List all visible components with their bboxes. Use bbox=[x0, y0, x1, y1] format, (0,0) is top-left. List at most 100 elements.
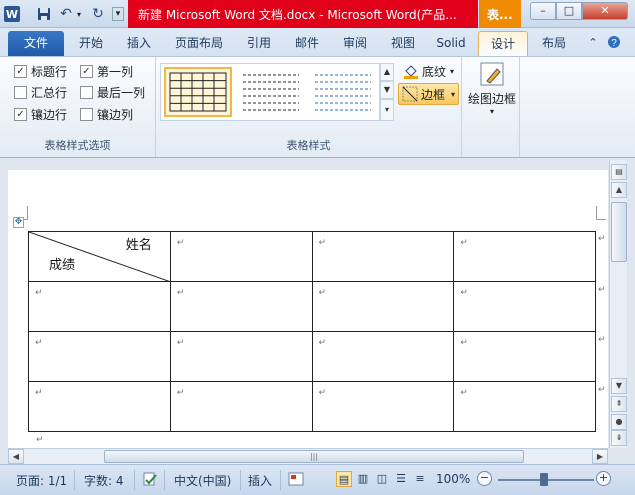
zoom-out-button[interactable]: − bbox=[477, 471, 492, 486]
checkbox-banded-columns[interactable]: 镶边列 bbox=[80, 106, 133, 123]
word-logo-icon[interactable]: W bbox=[4, 6, 20, 22]
tab-solid[interactable]: Solid bbox=[428, 31, 474, 56]
svg-text:?: ? bbox=[611, 38, 617, 49]
tab-insert[interactable]: 插入 bbox=[118, 31, 160, 56]
scroll-right-icon[interactable]: ▶ bbox=[592, 449, 608, 464]
group-table-style-options: ✓ 标题行 ✓ 第一列 汇总行 最后一列 ✓ 镶边行 镶边列 表格样式选项 bbox=[0, 57, 156, 157]
tab-review[interactable]: 审阅 bbox=[334, 31, 376, 56]
table-row: ↵ ↵ ↵ ↵ bbox=[28, 281, 596, 332]
tab-design[interactable]: 设计 bbox=[478, 31, 528, 56]
minimize-ribbon-icon[interactable]: ⌃ bbox=[585, 35, 601, 51]
table-cell[interactable]: ↵ bbox=[453, 281, 596, 332]
print-layout-view-icon[interactable]: ▤ bbox=[336, 471, 352, 487]
tab-mailings[interactable]: 邮件 bbox=[286, 31, 328, 56]
zoom-in-button[interactable]: + bbox=[596, 471, 611, 486]
tab-view[interactable]: 视图 bbox=[382, 31, 424, 56]
draft-view-icon[interactable]: ≡ bbox=[412, 471, 428, 487]
horizontal-scrollbar[interactable]: ◀ ||| ▶ bbox=[8, 448, 608, 464]
paragraph-mark-after-table: ↵ bbox=[36, 435, 44, 445]
table-cell[interactable]: ↵ bbox=[311, 381, 455, 432]
checkbox-last-column[interactable]: 最后一列 bbox=[80, 84, 145, 101]
status-insert-mode[interactable]: 插入 bbox=[248, 472, 272, 489]
undo-dropdown-icon[interactable]: ▾ bbox=[75, 6, 83, 22]
close-button[interactable]: ✕ bbox=[582, 2, 628, 20]
checkbox-first-column[interactable]: ✓ 第一列 bbox=[80, 63, 133, 80]
web-layout-icon[interactable]: ◫ bbox=[374, 471, 390, 487]
document-table[interactable]: 姓名 成绩 ↵ ↵ ↵ ↵ ↵ ↵ ↵ ↵ ↵ ↵ ↵ ↵ ↵ ↵ ↵ bbox=[28, 231, 596, 432]
table-cell[interactable]: ↵ bbox=[453, 231, 596, 282]
header-label-name: 姓名 bbox=[125, 238, 152, 253]
status-word-count[interactable]: 字数: 4 bbox=[84, 472, 124, 489]
scroll-left-icon[interactable]: ◀ bbox=[8, 449, 24, 464]
table-cell[interactable]: ↵ bbox=[311, 331, 455, 382]
ribbon-design: ✓ 标题行 ✓ 第一列 汇总行 最后一列 ✓ 镶边行 镶边列 表格样式选项 表格样式 bbox=[0, 56, 635, 158]
table-style-grid[interactable] bbox=[164, 67, 232, 117]
table-cell[interactable]: ↵ bbox=[28, 281, 171, 332]
table-cell[interactable]: ↵ bbox=[28, 381, 171, 432]
zoom-slider-thumb[interactable] bbox=[540, 473, 548, 486]
gallery-more-icon[interactable]: ▾ bbox=[380, 99, 394, 121]
tab-home[interactable]: 开始 bbox=[70, 31, 112, 56]
maximize-button[interactable]: □ bbox=[556, 2, 582, 20]
tab-references[interactable]: 引用 bbox=[238, 31, 280, 56]
checkbox-banded-rows[interactable]: ✓ 镶边行 bbox=[14, 106, 67, 123]
outline-view-icon[interactable]: ☰ bbox=[393, 471, 409, 487]
tab-layout[interactable]: 布局 bbox=[532, 31, 576, 56]
scroll-down-icon[interactable]: ▼ bbox=[611, 378, 627, 394]
status-page[interactable]: 页面: 1/1 bbox=[16, 472, 67, 489]
help-icon[interactable]: ? bbox=[606, 35, 622, 51]
table-cell-diagonal-header[interactable]: 姓名 成绩 bbox=[28, 231, 171, 282]
save-icon[interactable] bbox=[36, 6, 52, 22]
check-icon: ✓ bbox=[80, 65, 93, 78]
group-label-style-options: 表格样式选项 bbox=[44, 139, 111, 152]
macro-record-icon[interactable] bbox=[288, 472, 304, 489]
checkbox-header-row[interactable]: ✓ 标题行 bbox=[14, 63, 67, 80]
table-cell[interactable]: ↵ bbox=[28, 331, 171, 382]
gallery-scroll-down-icon[interactable]: ▼ bbox=[380, 81, 394, 99]
document-area[interactable]: ✥ 姓名 成绩 ↵ ↵ ↵ ↵ ↵ ↵ ↵ ↵ ↵ ↵ ↵ ↵ ↵ ↵ ↵ ↵ … bbox=[8, 160, 608, 448]
table-cell[interactable]: ↵ bbox=[311, 231, 455, 282]
checkbox-total-row[interactable]: 汇总行 bbox=[14, 84, 67, 101]
status-zoom-level[interactable]: 100% bbox=[436, 472, 470, 486]
tab-file[interactable]: 文件 bbox=[8, 31, 64, 56]
table-row: ↵ ↵ ↵ ↵ bbox=[28, 381, 596, 432]
table-cell[interactable]: ↵ bbox=[169, 331, 313, 382]
draw-borders-button[interactable]: 绘图边框 ▾ bbox=[466, 61, 518, 133]
table-style-light-shading[interactable] bbox=[237, 67, 305, 117]
minimize-button[interactable]: – bbox=[530, 2, 556, 20]
previous-page-icon[interactable]: ⇞ bbox=[611, 396, 627, 412]
tab-page-layout[interactable]: 页面布局 bbox=[166, 31, 232, 56]
next-page-icon[interactable]: ⇟ bbox=[611, 430, 627, 446]
full-screen-reading-icon[interactable]: ▥ bbox=[355, 471, 371, 487]
table-cell[interactable]: ↵ bbox=[169, 231, 313, 282]
customize-quick-access-button[interactable]: ▾ bbox=[112, 7, 124, 21]
table-cell[interactable]: ↵ bbox=[453, 331, 596, 382]
gallery-scroll-up-icon[interactable]: ▲ bbox=[380, 63, 394, 81]
table-tools-context-title: 表... bbox=[479, 0, 521, 28]
table-cell[interactable]: ↵ bbox=[169, 381, 313, 432]
border-icon bbox=[402, 86, 418, 102]
status-bar: 页面: 1/1 字数: 4 中文(中国) 插入 ▤ ▥ ◫ ☰ ≡ 100% −… bbox=[0, 464, 635, 495]
undo-icon[interactable]: ↶ bbox=[58, 6, 74, 22]
check-icon: ✓ bbox=[14, 108, 27, 121]
proofing-icon[interactable] bbox=[142, 472, 158, 489]
status-language[interactable]: 中文(中国) bbox=[174, 472, 231, 489]
table-move-handle-icon[interactable]: ✥ bbox=[13, 217, 24, 228]
table-cell[interactable]: ↵ bbox=[169, 281, 313, 332]
horizontal-scroll-thumb[interactable]: ||| bbox=[104, 450, 524, 463]
redo-icon[interactable]: ↻ bbox=[90, 6, 106, 22]
shading-button[interactable]: 底纹 ▾ bbox=[400, 61, 457, 81]
table-style-light-shading-accent[interactable] bbox=[309, 67, 377, 117]
scroll-up-icon[interactable]: ▲ bbox=[611, 182, 627, 198]
row-end-mark: ↵ bbox=[598, 234, 606, 244]
table-cell[interactable]: ↵ bbox=[453, 381, 596, 432]
vertical-scrollbar[interactable]: ▤ ▲ ▼ ⇞ ● ⇟ bbox=[609, 160, 627, 448]
vertical-scroll-thumb[interactable] bbox=[611, 202, 627, 262]
ruler-toggle-icon[interactable]: ▤ bbox=[611, 164, 627, 180]
borders-button[interactable]: 边框 ▾ bbox=[398, 83, 460, 105]
title-bar: W ↶ ▾ ↻ ▾ 新建 Microsoft Word 文档.docx - Mi… bbox=[0, 0, 635, 28]
group-label-table-styles: 表格样式 bbox=[286, 139, 331, 152]
select-browse-object-icon[interactable]: ● bbox=[611, 414, 627, 430]
window-title: 新建 Microsoft Word 文档.docx - Microsoft Wo… bbox=[128, 0, 478, 28]
table-cell[interactable]: ↵ bbox=[311, 281, 455, 332]
